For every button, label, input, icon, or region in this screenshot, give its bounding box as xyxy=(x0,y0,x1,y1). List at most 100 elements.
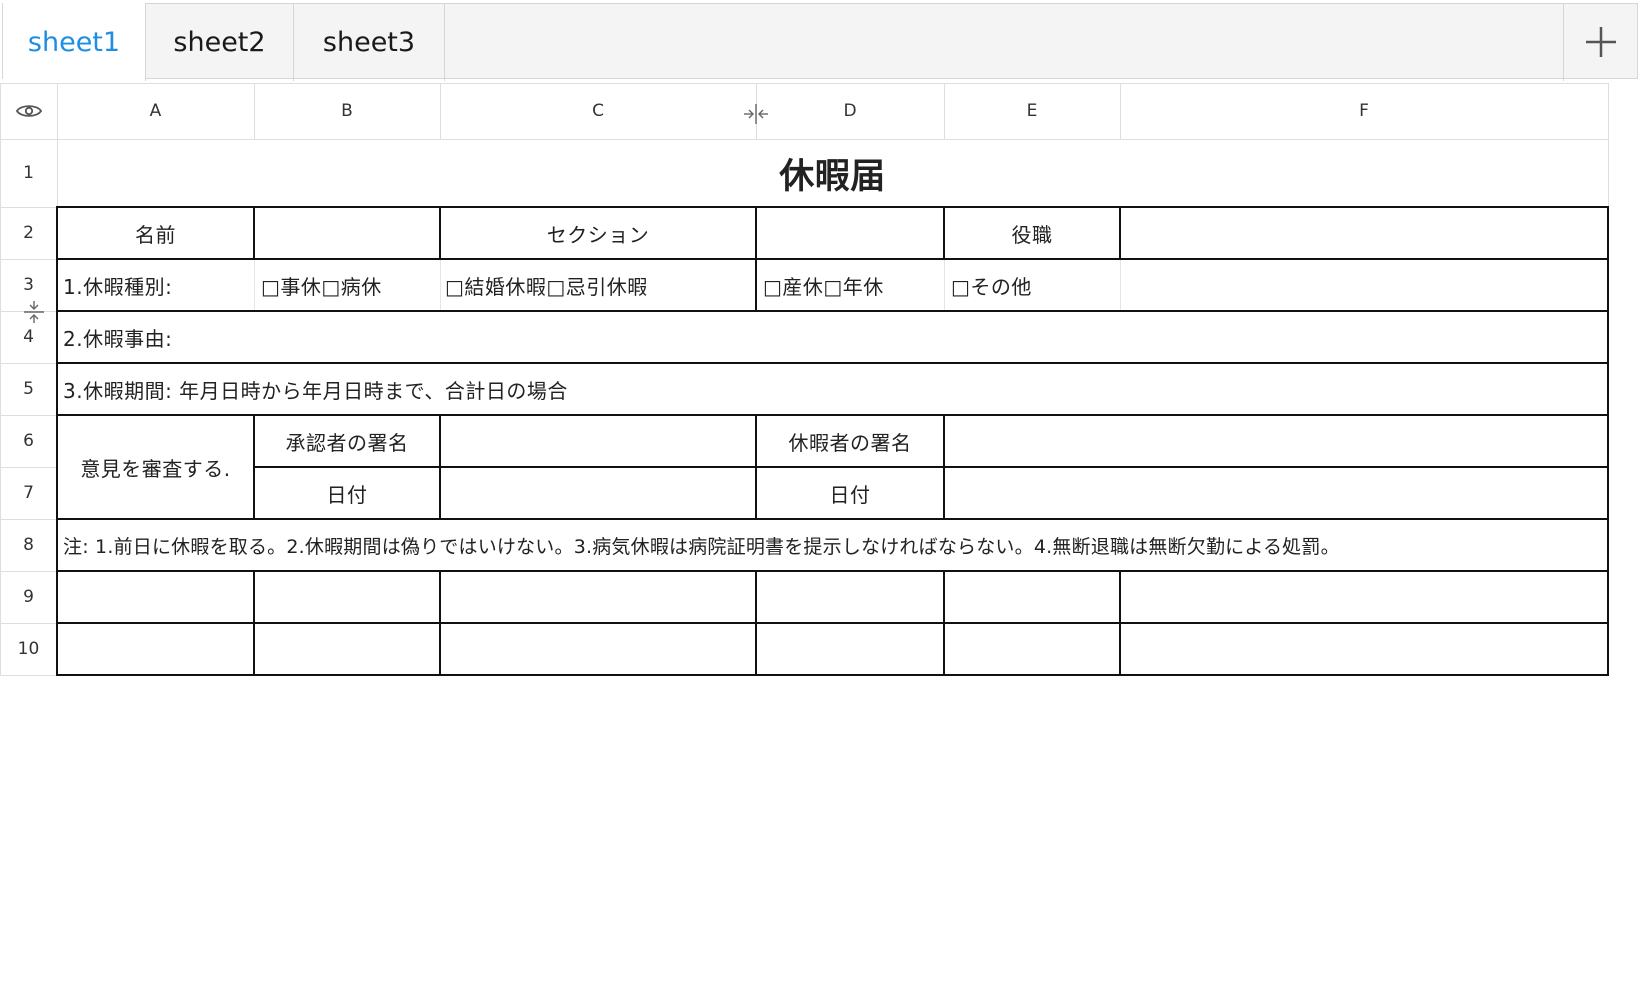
header-line xyxy=(0,363,57,364)
header-line xyxy=(0,207,57,208)
cell-border xyxy=(253,570,255,675)
cell-approver-signature-value[interactable] xyxy=(440,415,756,467)
cell-c10[interactable] xyxy=(440,623,756,675)
header-line xyxy=(944,83,945,139)
cell-border xyxy=(57,258,1609,260)
cell-border xyxy=(253,206,255,259)
add-sheet-button[interactable] xyxy=(1563,3,1637,81)
cell-approver-date-label[interactable]: 日付 xyxy=(254,467,440,519)
column-resize-icon[interactable] xyxy=(742,102,770,126)
cell-e9[interactable] xyxy=(944,571,1120,623)
cell-d10[interactable] xyxy=(756,623,944,675)
column-header-e[interactable]: E xyxy=(944,83,1120,139)
row-resize-icon[interactable] xyxy=(22,299,46,325)
cell-applicant-date-value[interactable] xyxy=(944,467,1608,519)
cell-e10[interactable] xyxy=(944,623,1120,675)
cell-applicant-date-label[interactable]: 日付 xyxy=(756,467,944,519)
tab-sheet3[interactable]: sheet3 xyxy=(294,3,445,81)
header-line xyxy=(0,571,57,572)
column-header-a[interactable]: A xyxy=(57,83,254,139)
cell-note[interactable]: 注: 1.前日に休暇を取る。2.休暇期間は偽りではいけない。3.病気休暇は病院証… xyxy=(57,519,1608,571)
cell-f10[interactable] xyxy=(1120,623,1608,675)
cell-leave-type-option-3[interactable]: □産休□年休 xyxy=(756,259,944,311)
cell-border xyxy=(57,310,1609,312)
cell-border xyxy=(1607,206,1609,676)
cell-leave-reason[interactable]: 2.休暇事由: xyxy=(57,311,1608,363)
cell-review-opinion[interactable]: 意見を審査する. xyxy=(57,415,254,519)
column-header-f[interactable]: F xyxy=(1120,83,1608,139)
row-header-2[interactable]: 2 xyxy=(0,207,57,259)
row-header-10[interactable]: 10 xyxy=(0,623,57,675)
column-header-b[interactable]: B xyxy=(254,83,440,139)
select-all-corner[interactable] xyxy=(0,83,57,139)
cell-c9[interactable] xyxy=(440,571,756,623)
cell-border xyxy=(57,570,1609,572)
column-header-c[interactable]: C xyxy=(440,83,756,139)
row-header-8[interactable]: 8 xyxy=(0,519,57,571)
cell-border xyxy=(755,206,757,259)
header-line xyxy=(0,675,57,676)
cell-name-label[interactable]: 名前 xyxy=(57,207,254,259)
cell-applicant-signature-value[interactable] xyxy=(944,415,1608,467)
row-header-5[interactable]: 5 xyxy=(0,363,57,415)
cell-border xyxy=(254,466,1609,468)
cell-border xyxy=(57,206,1609,208)
cell-a9[interactable] xyxy=(57,571,254,623)
cell-border xyxy=(755,258,757,311)
column-header-d[interactable]: D xyxy=(756,83,944,139)
cell-border xyxy=(57,362,1609,364)
cell-border xyxy=(943,570,945,675)
cell-border xyxy=(755,570,757,675)
cell-position-value[interactable] xyxy=(1120,207,1608,259)
cell-title-merged[interactable]: 休暇届 xyxy=(57,139,1608,207)
cell-f9[interactable] xyxy=(1120,571,1608,623)
cell-gridline xyxy=(440,259,441,311)
cell-leave-type-option-1[interactable]: □事休□病休 xyxy=(254,259,440,311)
cell-leave-type-label[interactable]: 1.休暇種別: xyxy=(57,259,254,311)
row-header-9[interactable]: 9 xyxy=(0,571,57,623)
cell-border xyxy=(755,414,757,519)
cell-border xyxy=(439,206,441,259)
cell-border xyxy=(57,414,1609,416)
cell-applicant-signature-label[interactable]: 休暇者の署名 xyxy=(756,415,944,467)
header-line xyxy=(0,259,57,260)
cell-border xyxy=(57,622,1609,624)
cell-border xyxy=(57,674,1609,676)
row-header-7[interactable]: 7 xyxy=(0,467,57,519)
cell-name-value[interactable] xyxy=(254,207,440,259)
cell-a10[interactable] xyxy=(57,623,254,675)
cell-leave-type-option-2[interactable]: □結婚休暇□忌引休暇 xyxy=(440,259,756,311)
header-line xyxy=(0,83,1,675)
cell-position-label[interactable]: 役職 xyxy=(944,207,1120,259)
cell-gridline xyxy=(254,259,255,311)
tab-sheet2[interactable]: sheet2 xyxy=(146,3,294,81)
cell-section-label[interactable]: セクション xyxy=(440,207,756,259)
cell-gridline xyxy=(944,259,945,311)
cell-border xyxy=(943,414,945,519)
cell-b9[interactable] xyxy=(254,571,440,623)
header-line xyxy=(254,83,255,139)
row-header-6[interactable]: 6 xyxy=(0,415,57,467)
tab-sheet1[interactable]: sheet1 xyxy=(3,3,146,81)
row-header-1[interactable]: 1 xyxy=(0,139,57,207)
cell-leave-type-blank[interactable] xyxy=(1120,259,1608,311)
header-line xyxy=(0,519,57,520)
cell-b10[interactable] xyxy=(254,623,440,675)
cell-border xyxy=(439,414,441,519)
header-line xyxy=(1120,83,1121,139)
eye-icon xyxy=(15,105,42,117)
cell-border xyxy=(57,518,1609,520)
cell-approver-date-value[interactable] xyxy=(440,467,756,519)
plus-icon xyxy=(1585,27,1616,57)
header-line xyxy=(440,83,441,139)
cell-section-value[interactable] xyxy=(756,207,944,259)
header-line xyxy=(0,415,57,416)
cell-approver-signature-label[interactable]: 承認者の署名 xyxy=(254,415,440,467)
cell-leave-period[interactable]: 3.休暇期間: 年月日時から年月日時まで、合計日の場合 xyxy=(57,363,1608,415)
cell-border xyxy=(439,570,441,675)
cell-leave-type-option-4[interactable]: □その他 xyxy=(944,259,1120,311)
cell-d9[interactable] xyxy=(756,571,944,623)
header-line xyxy=(0,623,57,624)
header-line xyxy=(0,467,57,468)
cell-border xyxy=(253,414,255,519)
